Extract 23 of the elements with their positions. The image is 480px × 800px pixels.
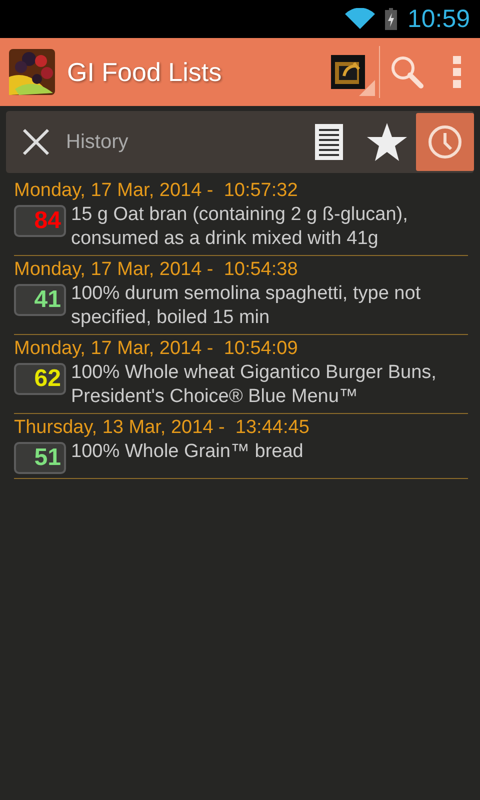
search-icon <box>390 55 424 89</box>
food-name[interactable]: 100% Whole wheat Gigantico Burger Buns, President's Choice® Blue Menu™ <box>71 361 468 409</box>
entry-timestamp: Monday, 17 Mar, 2014 - 10:57:32 <box>14 179 299 203</box>
menu-icon <box>453 56 461 88</box>
food-name[interactable]: 15 g Oat bran (containing 2 g ß-glucan), consumed as a drink mixed with 41g <box>71 203 468 251</box>
entry-timestamp: Monday, 17 Mar, 2014 - 10:54:09 <box>14 337 299 361</box>
star-icon <box>367 123 407 161</box>
gi-value-badge: 62 <box>14 363 66 395</box>
clock-icon <box>428 125 462 159</box>
gi-value-badge: 41 <box>14 284 66 316</box>
document-icon <box>315 124 343 160</box>
status-time: 10:59 <box>407 4 470 34</box>
app-title: GI Food Lists <box>67 56 223 88</box>
tab-bar-title: History <box>66 130 128 154</box>
food-name[interactable]: 100% Whole Grain™ bread <box>71 440 304 464</box>
entry-timestamp: Monday, 17 Mar, 2014 - 10:54:38 <box>14 258 299 282</box>
gi-value-badge: 51 <box>14 442 66 474</box>
battery-icon <box>385 8 398 30</box>
close-icon <box>22 128 50 156</box>
entry-timestamp: Thursday, 13 Mar, 2014 - 13:44:45 <box>14 416 310 440</box>
wifi-icon <box>345 8 376 30</box>
food-name[interactable]: 100% durum semolina spaghetti, type not specified, boiled 15 min <box>71 282 468 330</box>
gi-value-badge: 84 <box>14 205 66 237</box>
